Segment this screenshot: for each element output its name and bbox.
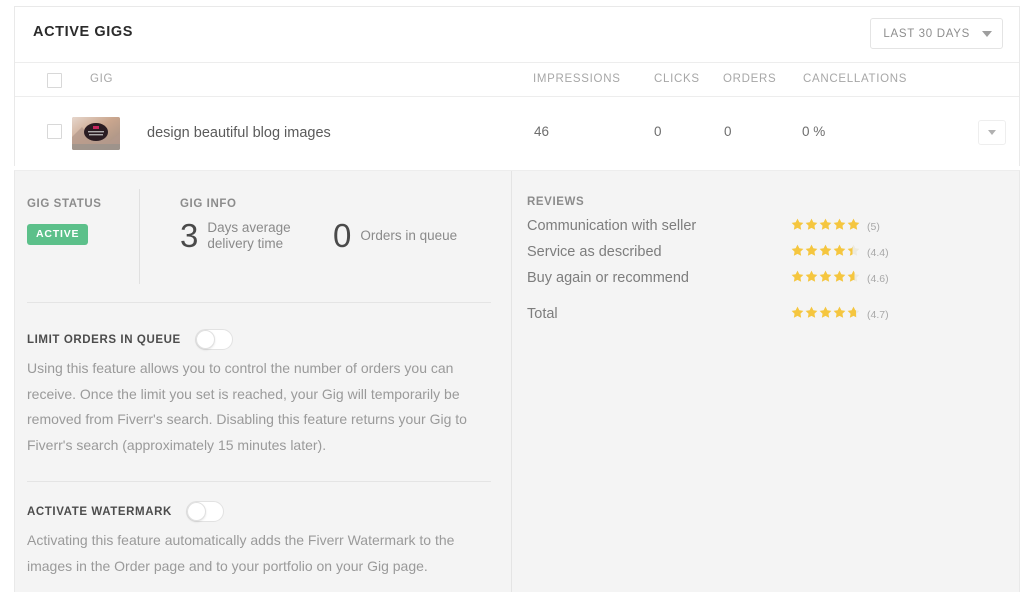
watermark-setting: ACTIVATE WATERMARK — [27, 501, 224, 522]
star-icon — [819, 218, 832, 231]
column-header-orders: ORDERS — [723, 73, 777, 85]
star-rating — [791, 244, 861, 257]
stat-orders-in-queue: 0 Orders in queue — [333, 219, 457, 252]
gig-status-label: GIG STATUS — [27, 198, 102, 210]
date-range-label: LAST 30 DAYS — [883, 27, 970, 40]
star-icon — [791, 306, 804, 319]
star-rating — [791, 306, 861, 319]
star-icon — [833, 218, 846, 231]
stat-delivery-text: Days average delivery time — [207, 219, 291, 251]
row-select-checkbox[interactable] — [47, 124, 62, 139]
limit-orders-setting: LIMIT ORDERS IN QUEUE — [27, 329, 233, 350]
gig-thumbnail[interactable] — [72, 117, 120, 150]
star-icon — [819, 244, 832, 257]
column-header-impressions: IMPRESSIONS — [533, 73, 621, 85]
review-score-value: (4.6) — [867, 273, 889, 285]
column-header-clicks: CLICKS — [654, 73, 700, 85]
star-icon — [805, 244, 818, 257]
review-row-total: Total (4.7) — [527, 304, 917, 329]
section-divider-bottom — [27, 481, 491, 482]
review-criterion-label: Service as described — [527, 244, 662, 260]
review-criterion-label: Total — [527, 306, 558, 322]
gig-title-link[interactable]: design beautiful blog images — [147, 125, 331, 141]
section-divider-top — [27, 302, 491, 303]
column-header-gig: GIG — [90, 73, 114, 85]
star-icon — [833, 306, 846, 319]
star-icon — [791, 270, 804, 283]
star-icon — [847, 306, 860, 319]
star-icon — [805, 270, 818, 283]
star-icon — [847, 218, 860, 231]
chevron-down-icon — [982, 30, 992, 37]
stat-queue-number: 0 — [333, 217, 352, 254]
limit-orders-toggle[interactable] — [194, 329, 233, 350]
row-expand-button[interactable] — [978, 120, 1006, 145]
star-icon — [847, 270, 860, 283]
stat-delivery-number: 3 — [180, 217, 199, 254]
stat-delivery-time: 3 Days average delivery time — [180, 219, 317, 252]
gig-dashboard-page: ACTIVE GIGS LAST 30 DAYS GIG IMPRESSIONS… — [0, 0, 1024, 592]
column-header-cancellations: CANCELLATIONS — [803, 73, 908, 85]
review-score-value: (5) — [867, 221, 880, 233]
card-header: ACTIVE GIGS LAST 30 DAYS — [15, 7, 1019, 63]
watermark-label: ACTIVATE WATERMARK — [27, 505, 172, 518]
toggle-knob — [186, 502, 206, 521]
review-row: Buy again or recommend (4.6) — [527, 268, 917, 293]
review-criterion-label: Buy again or recommend — [527, 270, 689, 286]
gig-info-label: GIG INFO — [180, 198, 237, 210]
star-icon — [819, 306, 832, 319]
star-rating — [791, 218, 861, 231]
limit-orders-description: Using this feature allows you to control… — [27, 360, 467, 453]
page-title: ACTIVE GIGS — [33, 24, 134, 40]
cell-clicks: 0 — [654, 124, 662, 139]
star-icon — [833, 244, 846, 257]
star-icon — [791, 244, 804, 257]
cell-cancellations: 0 % — [802, 124, 826, 139]
status-badge: ACTIVE — [27, 224, 89, 245]
limit-orders-label: LIMIT ORDERS IN QUEUE — [27, 333, 181, 346]
panel-vertical-divider — [511, 171, 512, 592]
review-score-value: (4.4) — [867, 247, 889, 259]
star-icon — [805, 218, 818, 231]
star-icon — [833, 270, 846, 283]
cell-orders: 0 — [724, 124, 732, 139]
star-icon — [847, 244, 860, 257]
toggle-knob — [195, 330, 215, 349]
active-gigs-card: ACTIVE GIGS LAST 30 DAYS GIG IMPRESSIONS… — [14, 6, 1020, 166]
watermark-toggle[interactable] — [185, 501, 224, 522]
chevron-down-icon — [988, 130, 996, 135]
review-row: Service as described (4.4) — [527, 242, 917, 267]
date-range-select[interactable]: LAST 30 DAYS — [870, 18, 1003, 49]
select-all-checkbox[interactable] — [47, 73, 62, 88]
star-icon — [805, 306, 818, 319]
star-icon — [819, 270, 832, 283]
gig-detail-panel: GIG STATUS ACTIVE GIG INFO 3 Days averag… — [14, 170, 1020, 592]
status-info-divider — [139, 189, 140, 284]
star-rating — [791, 270, 861, 283]
review-score-value: (4.7) — [867, 309, 889, 321]
review-criterion-label: Communication with seller — [527, 218, 697, 234]
star-icon — [791, 218, 804, 231]
watermark-description: Activating this feature automatically ad… — [27, 532, 455, 574]
stat-queue-text: Orders in queue — [360, 227, 458, 243]
table-header-row: GIG IMPRESSIONS CLICKS ORDERS CANCELLATI… — [15, 63, 1019, 97]
cell-impressions: 46 — [534, 124, 550, 139]
reviews-list: Communication with seller (5) Service as d… — [527, 216, 917, 330]
review-row: Communication with seller (5) — [527, 216, 917, 241]
reviews-label: REVIEWS — [527, 196, 585, 208]
